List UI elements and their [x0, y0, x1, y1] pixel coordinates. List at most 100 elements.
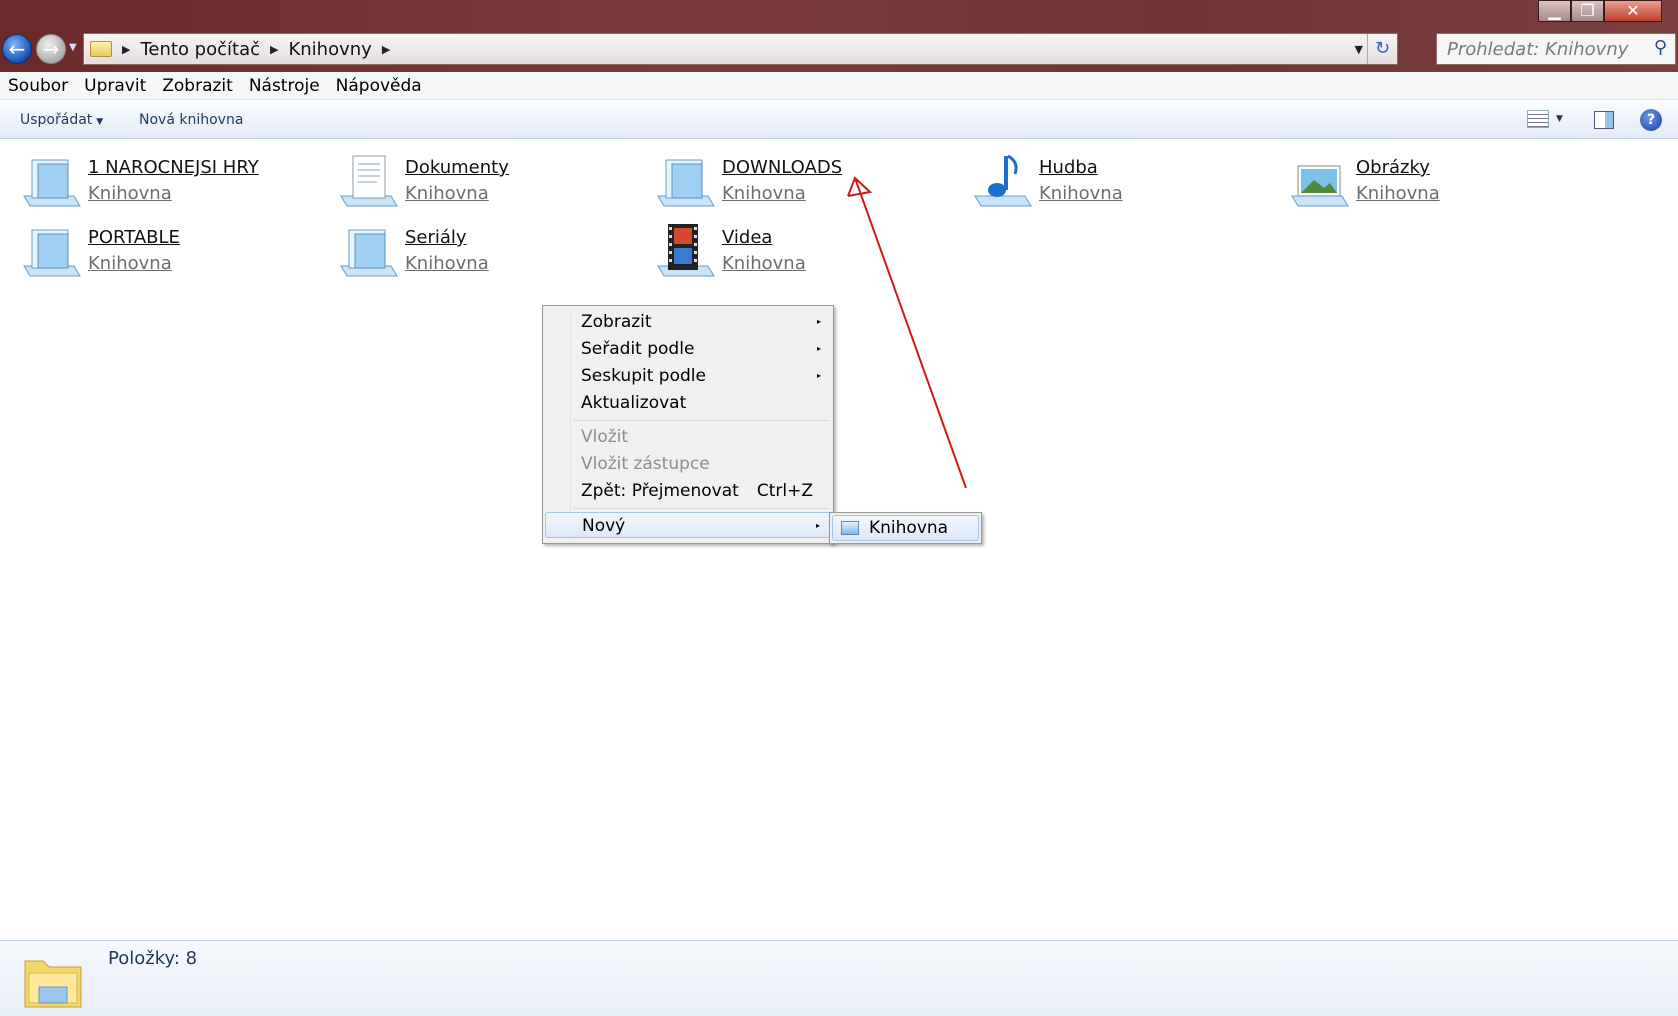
menu-item-new[interactable]: Nový ▸	[545, 512, 831, 538]
library-name[interactable]: 1 NAROCNEJSI HRY	[88, 157, 259, 178]
title-bar: ← → ▼ ▶ Tento počítač ▶ Knihovny ▶ ▼ ↻ P…	[0, 0, 1678, 72]
forward-arrow-icon: →	[42, 37, 60, 61]
new-library-button[interactable]: Nová knihovna	[139, 112, 243, 128]
menu-item-undo-rename[interactable]: Zpět: Přejmenovat Ctrl+Z	[545, 478, 831, 504]
library-item[interactable]: Seriály Knihovna	[337, 220, 637, 282]
library-type[interactable]: Knihovna	[88, 183, 172, 204]
pictures-library-icon	[1291, 165, 1349, 207]
back-arrow-icon: ←	[8, 37, 26, 61]
minimize-button[interactable]: ▁	[1538, 0, 1571, 22]
folder-icon	[90, 41, 112, 57]
menu-separator	[573, 420, 829, 421]
videos-library-icon	[657, 224, 715, 277]
library-name[interactable]: DOWNLOADS	[722, 157, 842, 178]
library-icon	[841, 521, 859, 535]
library-type[interactable]: Knihovna	[722, 253, 806, 274]
window-controls: ▁ ❐ ✕	[1538, 0, 1662, 24]
library-icon	[23, 159, 81, 207]
menu-edit[interactable]: Upravit	[76, 76, 154, 96]
submenu-arrow-icon: ▸	[816, 371, 821, 380]
address-dropdown-icon[interactable]: ▼	[1355, 43, 1363, 56]
menu-item-label: Vložit zástupce	[581, 454, 710, 474]
menu-bar: Soubor Upravit Zobrazit Nástroje Nápověd…	[0, 72, 1678, 100]
menu-item-paste[interactable]: Vložit	[545, 424, 831, 450]
library-item[interactable]: 1 NAROCNEJSI HRY Knihovna	[20, 150, 320, 212]
forward-button[interactable]: →	[36, 34, 66, 64]
new-submenu: Knihovna	[829, 512, 982, 544]
preview-pane-icon[interactable]	[1594, 111, 1614, 129]
menu-help[interactable]: Nápověda	[328, 76, 430, 96]
library-type[interactable]: Knihovna	[722, 183, 806, 204]
library-item[interactable]: Obrázky Knihovna	[1288, 150, 1588, 212]
menu-item-refresh[interactable]: Aktualizovat	[545, 390, 831, 416]
library-type[interactable]: Knihovna	[1039, 183, 1123, 204]
submenu-arrow-icon: ▸	[816, 344, 821, 353]
menu-item-label: Zpět: Přejmenovat	[581, 481, 739, 501]
library-icon	[340, 229, 398, 277]
context-menu: Zobrazit ▸ Seřadit podle ▸ Seskupit podl…	[542, 305, 834, 544]
search-placeholder: Prohledat: Knihovny	[1447, 39, 1629, 60]
library-name[interactable]: Videa	[722, 227, 772, 248]
breadcrumb-separator-icon[interactable]: ▶	[122, 43, 130, 56]
library-icon	[23, 229, 81, 277]
chevron-down-icon: ▼	[96, 117, 104, 127]
maximize-button[interactable]: ❐	[1571, 0, 1604, 22]
library-name[interactable]: Seriály	[405, 227, 467, 248]
menu-item-new-library[interactable]: Knihovna	[832, 515, 979, 541]
menu-item-group-by[interactable]: Seskupit podle ▸	[545, 363, 831, 389]
command-bar: Uspořádat ▼ Nová knihovna ▼ ?	[0, 101, 1678, 139]
submenu-arrow-icon: ▸	[816, 317, 821, 326]
item-count: Položky: 8	[108, 948, 198, 969]
help-icon[interactable]: ?	[1640, 109, 1662, 131]
menu-tools[interactable]: Nástroje	[241, 76, 328, 96]
library-type[interactable]: Knihovna	[88, 253, 172, 274]
breadcrumb-separator-icon[interactable]: ▶	[382, 43, 390, 56]
history-dropdown-icon[interactable]: ▼	[69, 42, 77, 53]
submenu-arrow-icon: ▸	[815, 521, 820, 530]
library-item[interactable]: Dokumenty Knihovna	[337, 150, 637, 212]
menu-item-view[interactable]: Zobrazit ▸	[545, 309, 831, 335]
library-item[interactable]: Hudba Knihovna	[971, 150, 1271, 212]
breadcrumb-libraries[interactable]: Knihovny	[288, 39, 371, 60]
menu-item-sort-by[interactable]: Seřadit podle ▸	[545, 336, 831, 362]
menu-item-paste-shortcut[interactable]: Vložit zástupce	[545, 451, 831, 477]
change-view-icon[interactable]	[1527, 110, 1549, 128]
breadcrumb-separator-icon[interactable]: ▶	[270, 43, 278, 56]
search-icon[interactable]: ⚲	[1654, 37, 1667, 58]
organize-label: Uspořádat	[20, 112, 93, 128]
menu-item-label: Aktualizovat	[581, 393, 687, 413]
library-name[interactable]: PORTABLE	[88, 227, 180, 248]
close-button[interactable]: ✕	[1604, 0, 1662, 22]
menu-item-label: Knihovna	[869, 518, 949, 538]
menu-separator	[573, 508, 829, 509]
music-library-icon	[974, 154, 1032, 207]
library-item[interactable]: DOWNLOADS Knihovna	[654, 150, 954, 212]
organize-button[interactable]: Uspořádat ▼	[20, 112, 103, 128]
address-bar[interactable]: ▶ Tento počítač ▶ Knihovny ▶ ▼ ↻	[83, 33, 1398, 65]
library-name[interactable]: Dokumenty	[405, 157, 509, 178]
folder-icon	[24, 960, 82, 1008]
menu-item-shortcut: Ctrl+Z	[756, 481, 813, 501]
menu-item-label: Seřadit podle	[581, 339, 695, 359]
menu-file[interactable]: Soubor	[0, 76, 76, 96]
library-icon	[657, 159, 715, 207]
library-item[interactable]: PORTABLE Knihovna	[20, 220, 320, 282]
refresh-button[interactable]: ↻	[1367, 34, 1397, 64]
menu-item-label: Seskupit podle	[581, 366, 706, 386]
back-button[interactable]: ←	[2, 34, 32, 64]
library-item[interactable]: Videa Knihovna	[654, 220, 954, 282]
library-type[interactable]: Knihovna	[1356, 183, 1440, 204]
menu-item-label: Nový	[582, 516, 626, 536]
breadcrumb-this-pc[interactable]: Tento počítač	[140, 39, 260, 60]
view-options-dropdown-icon[interactable]: ▼	[1556, 114, 1563, 124]
library-type[interactable]: Knihovna	[405, 253, 489, 274]
library-name[interactable]: Obrázky	[1356, 157, 1430, 178]
search-input[interactable]: Prohledat: Knihovny ⚲	[1436, 33, 1676, 65]
menu-item-label: Zobrazit	[581, 312, 652, 332]
menu-item-label: Vložit	[581, 427, 629, 447]
documents-library-icon	[340, 155, 398, 207]
menu-view[interactable]: Zobrazit	[154, 76, 241, 96]
status-bar: Položky: 8	[0, 940, 1678, 1016]
library-type[interactable]: Knihovna	[405, 183, 489, 204]
library-name[interactable]: Hudba	[1039, 157, 1098, 178]
